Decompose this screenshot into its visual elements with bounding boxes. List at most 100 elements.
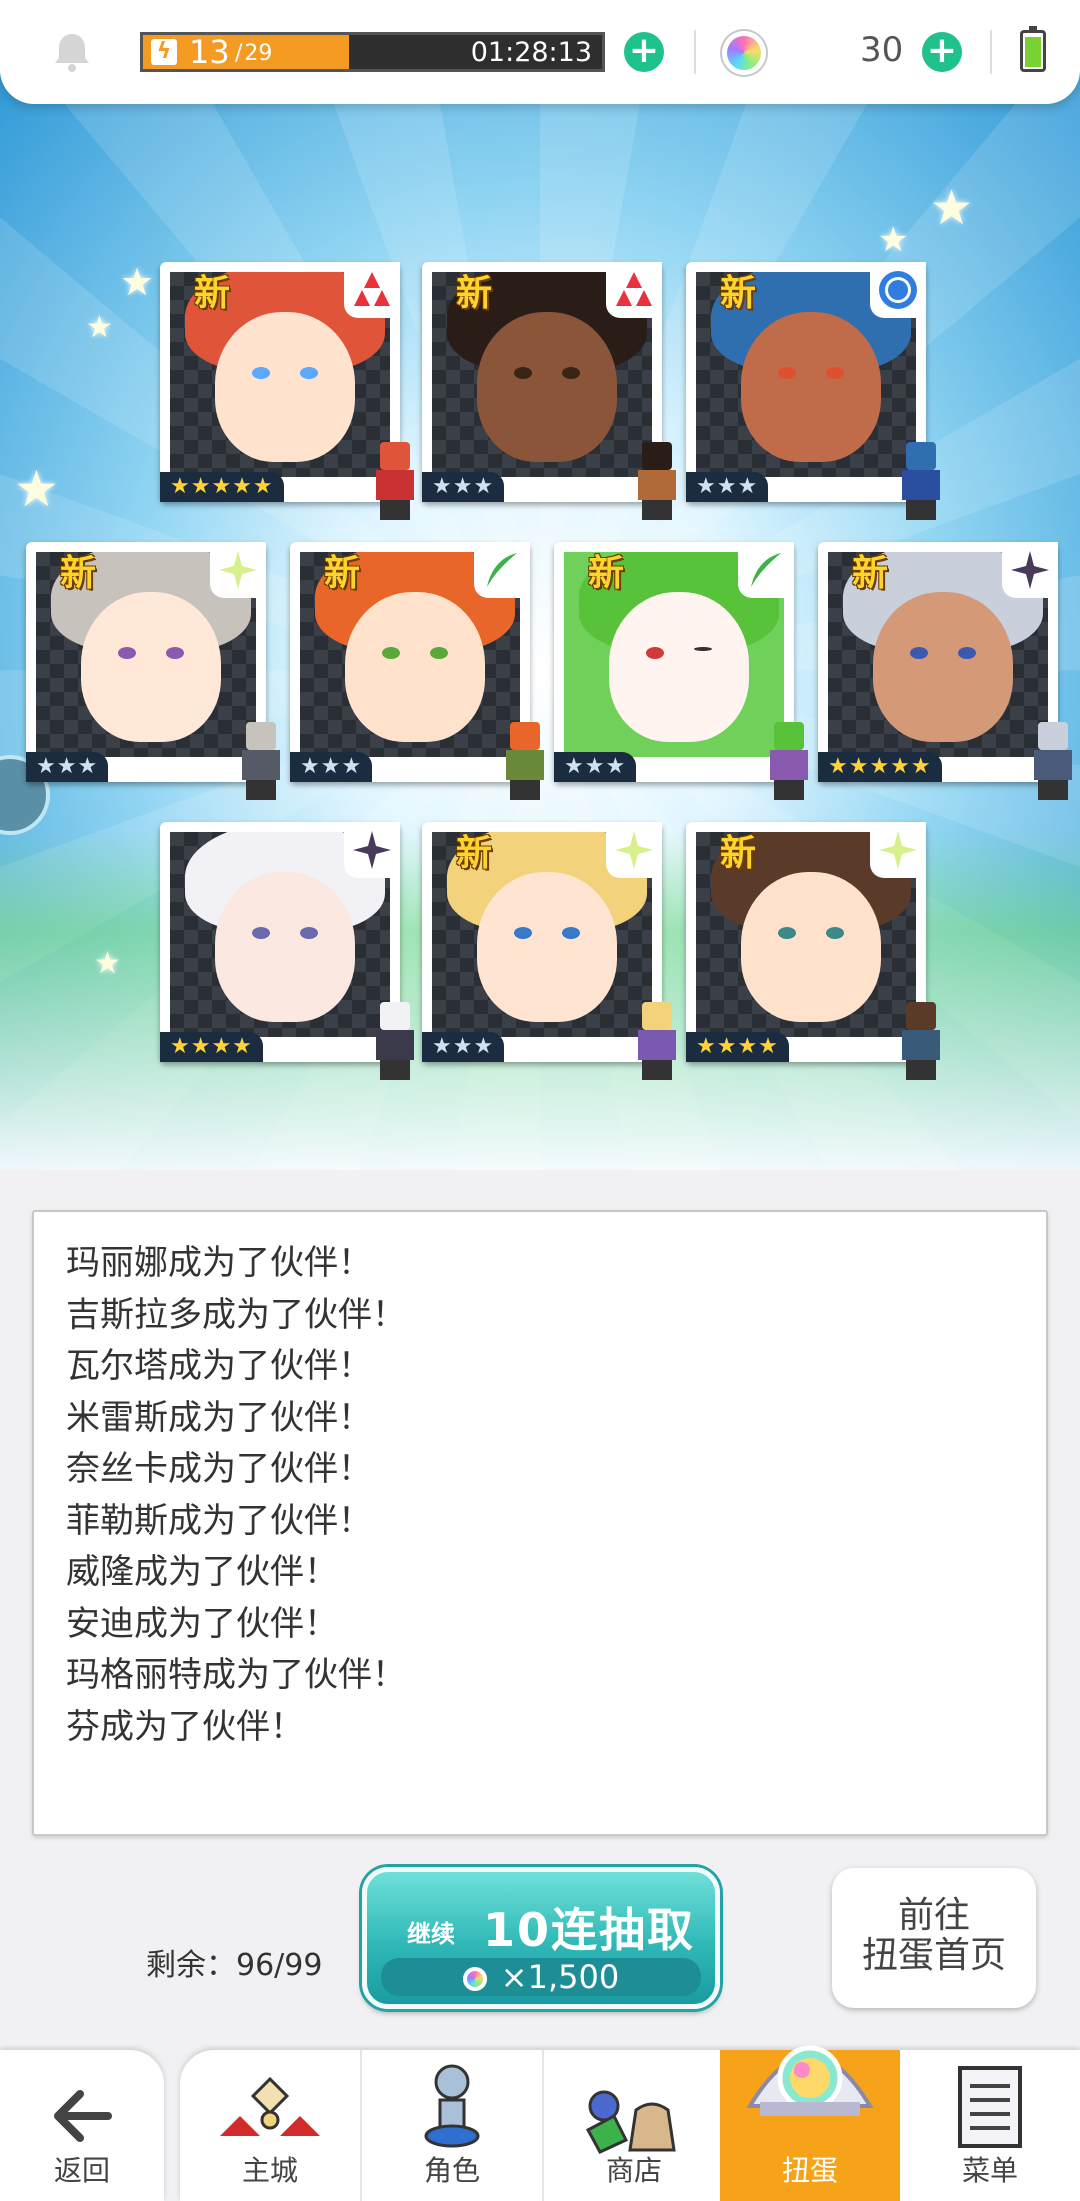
nav-label: 扭蛋: [781, 2154, 838, 2187]
character-card[interactable]: 新 ★★★★: [686, 822, 940, 1080]
light-element-icon: [606, 822, 662, 878]
character-sprite: [362, 440, 428, 524]
character-card[interactable]: 新 ★★★: [290, 542, 544, 800]
character-card[interactable]: ★★★★: [160, 822, 414, 1080]
character-sprite: [492, 720, 558, 804]
rarity-stars: ★★★: [26, 752, 109, 782]
draw-cost-value: ×1,500: [500, 1958, 620, 1996]
new-badge: 新: [456, 833, 493, 874]
goto-gacha-home-button[interactable]: 前往 扭蛋首页: [832, 1868, 1036, 2008]
notification-bell-icon[interactable]: [50, 30, 94, 74]
add-gems-button[interactable]: +: [922, 32, 962, 72]
stamina-timer: 01:28:13: [470, 37, 592, 68]
new-badge: 新: [194, 273, 231, 314]
back-label: 返回: [53, 2154, 110, 2187]
nav-item-shop[interactable]: 商店: [544, 2050, 724, 2201]
rarity-stars: ★★★: [290, 752, 373, 782]
light-element-icon: [870, 822, 926, 878]
dark-element-icon: [344, 822, 400, 878]
rarity-stars: ★★★★: [160, 1032, 263, 1062]
result-message: 瓦尔塔成为了伙伴！: [66, 1346, 372, 1386]
rarity-stars: ★★★★★: [818, 752, 942, 782]
divider: [694, 30, 696, 74]
character-card[interactable]: 新 ★★★★★: [160, 262, 414, 520]
nav-item-main-city[interactable]: 主城: [180, 2050, 360, 2201]
sparkle-star-icon: ★: [878, 220, 909, 260]
result-message: 米雷斯成为了伙伴！: [66, 1397, 372, 1438]
character-sprite: [624, 440, 690, 524]
lightning-icon: ϟ: [151, 39, 177, 65]
new-badge: 新: [60, 553, 97, 594]
result-message: 玛格丽特成为了伙伴！: [66, 1655, 406, 1695]
light-element-icon: [210, 542, 266, 598]
new-badge: 新: [852, 553, 889, 594]
sparkle-star-icon: ★: [930, 180, 974, 236]
result-message: 威隆成为了伙伴！: [66, 1552, 338, 1592]
result-message: 奈丝卡成为了伙伴！: [66, 1449, 372, 1489]
result-message: 芬成为了伙伴！: [66, 1706, 304, 1747]
character-sprite: [888, 440, 954, 524]
wind-element-icon: [738, 542, 794, 598]
character-card[interactable]: 新 ★★★: [554, 542, 808, 800]
character-card[interactable]: 新 ★★★: [422, 822, 676, 1080]
menu-list-icon: [958, 2066, 1022, 2148]
draw-cost: ×1,500: [381, 1958, 701, 1996]
castle-icon: [220, 2076, 320, 2136]
nav-label: 主城: [241, 2154, 298, 2187]
nav-item-menu[interactable]: 菜单: [900, 2050, 1080, 2201]
shop-bag-icon: [585, 2090, 676, 2154]
character-card[interactable]: 新 ★★★★★: [818, 542, 1072, 800]
sparkle-star-icon: ★: [86, 310, 113, 345]
result-message: 吉斯拉多成为了伙伴！: [66, 1294, 406, 1335]
result-message: 菲勒斯成为了伙伴！: [66, 1500, 372, 1541]
nav-label: 角色: [423, 2154, 480, 2187]
nav-label: 商店: [605, 2154, 662, 2187]
goto-label-line1: 前往: [897, 1895, 970, 1936]
new-badge: 新: [720, 273, 757, 314]
character-sprite: [1020, 720, 1080, 804]
rarity-stars: ★★★: [422, 472, 505, 502]
gacha-capsule-icon: [746, 2045, 874, 2116]
nav-item-characters[interactable]: 角色: [362, 2050, 542, 2201]
water-element-icon: [870, 262, 926, 318]
character-sprite: [888, 1000, 954, 1084]
sparkle-star-icon: ★: [94, 946, 121, 981]
rarity-stars: ★★★: [422, 1032, 505, 1062]
new-badge: 新: [324, 553, 361, 594]
rarity-stars: ★★★★★: [160, 472, 284, 502]
goto-label-line2: 扭蛋首页: [861, 1935, 1006, 1976]
result-message-list: 玛丽娜成为了伙伴！ 吉斯拉多成为了伙伴！ 瓦尔塔成为了伙伴！ 米雷斯成为了伙伴！…: [34, 1212, 1046, 1753]
character-card[interactable]: 新 ★★★: [422, 262, 676, 520]
continue-10-draw-button[interactable]: 继续 10连抽取 ×1,500: [362, 1867, 720, 2009]
character-sprite: [228, 720, 294, 804]
result-message-panel: 玛丽娜成为了伙伴！ 吉斯拉多成为了伙伴！ 瓦尔塔成为了伙伴！ 米雷斯成为了伙伴！…: [32, 1210, 1048, 1836]
rarity-stars: ★★★: [554, 752, 637, 782]
character-sprite: [362, 1000, 428, 1084]
gem-icon: [462, 1967, 487, 1991]
rarity-stars: ★★★★: [686, 1032, 789, 1062]
character-sprite: [624, 1000, 690, 1084]
continue-label: 继续: [407, 1920, 455, 1948]
result-message: 安迪成为了伙伴！: [66, 1603, 338, 1644]
add-stamina-button[interactable]: +: [624, 32, 664, 72]
character-bust-icon: [424, 2064, 480, 2148]
new-badge: 新: [720, 833, 757, 874]
sparkle-star-icon: ★: [120, 260, 155, 304]
character-card[interactable]: 新 ★★★: [686, 262, 940, 520]
gem-count: 30: [860, 30, 904, 70]
character-card[interactable]: 新 ★★★: [26, 542, 280, 800]
character-sprite: [756, 720, 822, 804]
new-badge: 新: [456, 273, 493, 314]
back-button[interactable]: 返回: [0, 2050, 164, 2201]
stamina-max: 29: [235, 41, 272, 66]
bottom-navigation: 主城 角色 商店 扭蛋 菜单: [180, 2045, 1080, 2201]
fire-element-icon: [344, 262, 400, 318]
status-bar: ϟ 13 29 01:28:13 + 30 +: [0, 0, 1080, 104]
sparkle-star-icon: ★: [14, 460, 59, 518]
back-arrow-icon: [54, 2090, 112, 2142]
stamina-bar: ϟ 13 29 01:28:13: [140, 32, 605, 72]
new-badge: 新: [588, 553, 625, 594]
stamina-current: 13: [189, 33, 230, 71]
nav-item-gacha[interactable]: 扭蛋: [720, 2045, 900, 2201]
remaining-draws: 剩余：96/99: [146, 1948, 323, 1983]
